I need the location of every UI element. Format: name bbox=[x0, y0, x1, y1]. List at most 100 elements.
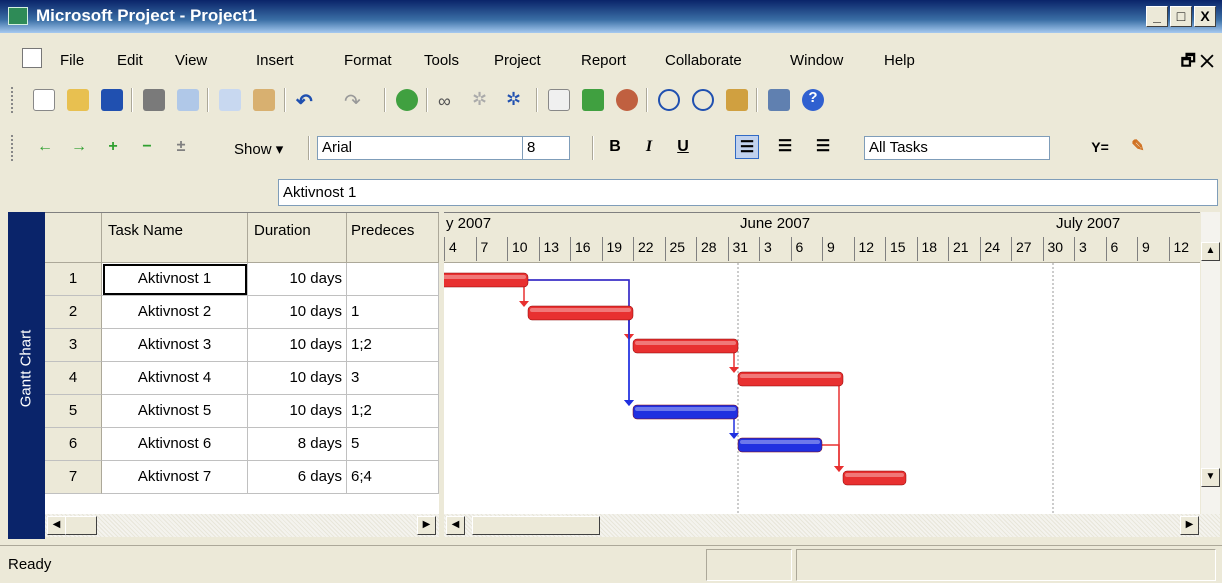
row-id[interactable]: 4 bbox=[45, 362, 102, 395]
duration-cell[interactable]: 10 days bbox=[248, 263, 347, 296]
view-bar[interactable]: Gantt Chart bbox=[8, 212, 45, 539]
document-window-controls[interactable]: 🗗 ✕ bbox=[1181, 50, 1214, 77]
predecessors-cell[interactable]: 1;2 bbox=[347, 395, 439, 428]
scroll-down-icon[interactable]: ▼ bbox=[1201, 468, 1220, 487]
zoom-in-icon[interactable] bbox=[658, 89, 680, 111]
entry-bar[interactable]: Aktivnost 1 bbox=[278, 179, 1218, 206]
menu-window[interactable]: Window bbox=[790, 52, 843, 69]
row-id[interactable]: 7 bbox=[45, 461, 102, 494]
predecessors-cell[interactable]: 3 bbox=[347, 362, 439, 395]
menu-report[interactable]: Report bbox=[581, 52, 626, 69]
scroll-thumb[interactable] bbox=[65, 516, 97, 535]
table-row[interactable]: 2 Aktivnost 2 10 days 1 bbox=[45, 296, 439, 329]
table-row[interactable]: 3 Aktivnost 3 10 days 1;2 bbox=[45, 329, 439, 362]
menu-tools[interactable]: Tools bbox=[424, 52, 459, 69]
hide-subtasks-icon[interactable]: − bbox=[135, 135, 159, 159]
assign-resources-icon[interactable] bbox=[616, 89, 638, 111]
bold-button[interactable]: B bbox=[603, 135, 627, 159]
task-notes-icon[interactable] bbox=[582, 89, 604, 111]
resource-icon[interactable] bbox=[396, 89, 418, 111]
scroll-left-icon[interactable]: ◀ bbox=[47, 516, 66, 535]
print-icon[interactable] bbox=[143, 89, 165, 111]
toolbar-grip[interactable] bbox=[11, 87, 15, 113]
zoom-out-icon[interactable] bbox=[692, 89, 714, 111]
predecessors-cell[interactable]: 1;2 bbox=[347, 329, 439, 362]
select-all-corner[interactable] bbox=[45, 213, 102, 263]
help-icon[interactable]: ? bbox=[802, 89, 824, 111]
align-center-icon[interactable]: ☰ bbox=[773, 135, 797, 159]
row-id[interactable]: 3 bbox=[45, 329, 102, 362]
table-row[interactable]: 1 Aktivnost 1 10 days bbox=[45, 263, 439, 296]
toolbar-grip[interactable] bbox=[11, 135, 15, 161]
menu-collaborate[interactable]: Collaborate bbox=[665, 52, 742, 69]
predecessors-cell[interactable]: 1 bbox=[347, 296, 439, 329]
table-row[interactable]: 6 Aktivnost 68 days 5 bbox=[45, 428, 439, 461]
scroll-left-icon[interactable]: ◀ bbox=[446, 516, 465, 535]
duration-cell[interactable]: 10 days bbox=[248, 329, 347, 362]
close-button[interactable]: X bbox=[1194, 6, 1216, 27]
menu-file[interactable]: File bbox=[60, 52, 84, 69]
table-row[interactable]: 5 Aktivnost 5 10 days 1;2 bbox=[45, 395, 439, 428]
align-left-icon[interactable]: ☰ bbox=[735, 135, 759, 159]
outdent-icon[interactable]: ← bbox=[33, 135, 57, 159]
copy-icon[interactable] bbox=[219, 89, 241, 111]
show-subtasks-icon[interactable]: + bbox=[101, 135, 125, 159]
print-preview-icon[interactable] bbox=[177, 89, 199, 111]
show-all-subtasks-icon[interactable]: ± bbox=[169, 135, 193, 159]
duration-cell[interactable]: 6 days bbox=[248, 461, 347, 494]
unlink-tasks-icon[interactable]: ✲ bbox=[472, 89, 494, 111]
show-dropdown[interactable]: Show ▾ bbox=[234, 140, 283, 158]
task-name-cell[interactable]: Aktivnost 6 bbox=[102, 428, 248, 461]
table-row[interactable]: 4 Aktivnost 4 10 days 3 bbox=[45, 362, 439, 395]
italic-button[interactable]: I bbox=[637, 135, 661, 159]
predecessors-cell[interactable]: 5 bbox=[347, 428, 439, 461]
font-select[interactable]: Arial bbox=[317, 136, 539, 160]
maximize-button[interactable]: □ bbox=[1170, 6, 1192, 27]
split-task-icon[interactable]: ✲ bbox=[506, 89, 528, 111]
task-name-cell[interactable]: Aktivnost 5 bbox=[102, 395, 248, 428]
duration-cell[interactable]: 10 days bbox=[248, 362, 347, 395]
copy-picture-icon[interactable] bbox=[768, 89, 790, 111]
row-id[interactable]: 5 bbox=[45, 395, 102, 428]
task-name-cell[interactable]: Aktivnost 4 bbox=[102, 362, 248, 395]
undo-icon[interactable]: ↶ bbox=[296, 89, 318, 113]
link-tasks-icon[interactable]: ∞ bbox=[438, 91, 460, 113]
menu-view[interactable]: View bbox=[175, 52, 207, 69]
autofilter-icon[interactable]: Y= bbox=[1088, 135, 1112, 159]
row-id[interactable]: 6 bbox=[45, 428, 102, 461]
row-id[interactable]: 2 bbox=[45, 296, 102, 329]
gantt-chart[interactable]: y 2007 June 2007 July 2007 4 7 10 13 16 19 22 2… bbox=[444, 212, 1200, 515]
underline-button[interactable]: U bbox=[671, 135, 695, 159]
scroll-up-icon[interactable]: ▲ bbox=[1201, 242, 1220, 261]
task-name-cell[interactable]: Aktivnost 2 bbox=[102, 296, 248, 329]
row-id[interactable]: 1 bbox=[45, 263, 102, 296]
scroll-right-icon[interactable]: ▶ bbox=[417, 516, 436, 535]
scroll-thumb[interactable] bbox=[472, 516, 600, 535]
open-icon[interactable] bbox=[67, 89, 89, 111]
grid-horizontal-scrollbar[interactable]: ◀ ▶ bbox=[45, 514, 439, 537]
align-right-icon[interactable]: ☰ bbox=[811, 135, 835, 159]
menu-edit[interactable]: Edit bbox=[117, 52, 143, 69]
indent-icon[interactable]: → bbox=[67, 135, 91, 159]
scroll-right-icon[interactable]: ▶ bbox=[1180, 516, 1199, 535]
duration-cell[interactable]: 10 days bbox=[248, 395, 347, 428]
new-icon[interactable] bbox=[33, 89, 55, 111]
scroll-to-task-icon[interactable] bbox=[726, 89, 748, 111]
predecessors-cell[interactable]: 6;4 bbox=[347, 461, 439, 494]
task-name-cell[interactable]: Aktivnost 7 bbox=[102, 461, 248, 494]
menu-help[interactable]: Help bbox=[884, 52, 915, 69]
duration-cell[interactable]: 8 days bbox=[248, 428, 347, 461]
chart-horizontal-scrollbar[interactable]: ◀ ▶ bbox=[444, 514, 1220, 537]
redo-icon[interactable]: ↷ bbox=[344, 89, 366, 113]
minimize-button[interactable]: _ bbox=[1146, 6, 1168, 27]
gantt-wizard-icon[interactable]: ✎ bbox=[1126, 135, 1150, 159]
task-info-icon[interactable] bbox=[548, 89, 570, 111]
menu-format[interactable]: Format bbox=[344, 52, 392, 69]
task-name-cell[interactable]: Aktivnost 3 bbox=[102, 329, 248, 362]
menu-insert[interactable]: Insert bbox=[256, 52, 294, 69]
font-size-select[interactable]: 8 bbox=[522, 136, 570, 160]
column-header-predecessors[interactable]: Predeces bbox=[347, 213, 439, 263]
task-name-cell[interactable]: Aktivnost 1 bbox=[102, 263, 248, 296]
predecessors-cell[interactable] bbox=[347, 263, 439, 296]
filter-select[interactable]: All Tasks bbox=[864, 136, 1050, 160]
